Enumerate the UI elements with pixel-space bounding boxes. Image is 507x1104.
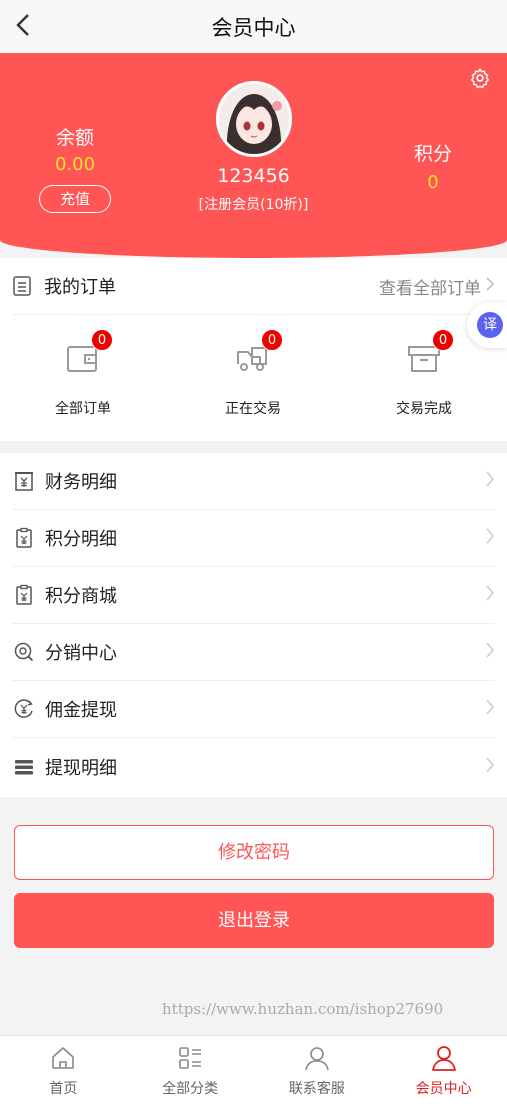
back-icon[interactable] <box>10 10 36 40</box>
order-stat-complete[interactable]: 0 交易完成 <box>364 329 484 418</box>
tab-customer-service[interactable]: 联系客服 <box>254 1036 381 1104</box>
order-count-badge: 0 <box>91 329 113 351</box>
withdraw-list-icon <box>12 755 36 779</box>
chevron-right-icon <box>485 276 495 297</box>
chevron-right-icon <box>485 470 495 492</box>
menu-item-label: 分销中心 <box>45 643 117 664</box>
home-icon <box>49 1044 77 1072</box>
change-password-button[interactable]: 修改密码 <box>14 825 494 880</box>
menu-item-commission[interactable]: 佣金提现 <box>12 681 495 738</box>
tab-member-center[interactable]: 会员中心 <box>380 1036 507 1104</box>
orders-title: 我的订单 <box>44 277 116 298</box>
category-icon <box>176 1044 204 1072</box>
menu-item-points-detail[interactable]: 积分明细 <box>12 510 495 567</box>
balance-label: 余额 <box>55 127 94 149</box>
member-icon <box>430 1044 458 1072</box>
menu-item-label: 佣金提现 <box>45 700 117 721</box>
chevron-right-icon <box>485 527 495 549</box>
finance-icon <box>12 469 36 493</box>
tab-categories[interactable]: 全部分类 <box>127 1036 254 1104</box>
points-detail-icon <box>12 526 36 550</box>
order-stat-label: 全部订单 <box>55 401 111 417</box>
menu-item-withdraw-list[interactable]: 提现明细 <box>12 738 495 795</box>
order-stat-label: 正在交易 <box>225 401 281 417</box>
settings-gear-icon[interactable] <box>469 67 493 91</box>
menu-item-finance[interactable]: 财务明细 <box>12 453 495 510</box>
truck-icon: 0 <box>235 329 283 376</box>
member-level: [注册会员(10折)] <box>198 197 309 213</box>
tab-home[interactable]: 首页 <box>0 1036 127 1104</box>
order-stat-label: 交易完成 <box>396 401 452 417</box>
wallet-icon: 0 <box>65 329 113 376</box>
order-stat-all[interactable]: 0 全部订单 <box>23 329 143 418</box>
menu-item-points-mall[interactable]: 积分商城 <box>12 567 495 624</box>
profile-card: 余额 0.00 充值 123456 [注册会员(10折)] 积分 0 <box>0 53 507 258</box>
avatar[interactable] <box>216 81 292 157</box>
logout-button[interactable]: 退出登录 <box>14 893 494 948</box>
points-block: 积分 0 <box>388 139 478 193</box>
top-bar: 会员中心 <box>0 0 507 53</box>
translate-icon: 译 <box>477 312 503 338</box>
chevron-right-icon <box>485 698 495 720</box>
points-value: 0 <box>427 172 439 193</box>
points-label: 积分 <box>413 143 452 165</box>
tab-label: 联系客服 <box>288 1081 345 1097</box>
chevron-right-icon <box>485 756 495 778</box>
commission-icon <box>12 697 36 721</box>
page-title: 会员中心 <box>211 15 296 40</box>
order-count-badge: 0 <box>261 329 283 351</box>
menu-item-label: 积分商城 <box>45 586 117 607</box>
view-all-orders-link[interactable]: 查看全部订单 <box>379 274 495 299</box>
order-stat-trading[interactable]: 0 正在交易 <box>193 329 313 418</box>
menu-item-distribution[interactable]: 分销中心 <box>12 624 495 681</box>
view-all-orders-label: 查看全部订单 <box>379 278 481 299</box>
chevron-right-icon <box>485 584 495 606</box>
orders-section: 我的订单 查看全部订单 0 全部订单 0 正在交易 0 交易完成 <box>0 258 507 441</box>
chevron-right-icon <box>485 641 495 663</box>
menu-item-label: 提现明细 <box>45 757 117 779</box>
distribution-icon <box>12 640 36 664</box>
order-list-icon <box>12 275 34 297</box>
menu-list: 财务明细 积分明细 积分商城 分销中心 佣金提现 提现明细 <box>0 453 507 797</box>
order-count-badge: 0 <box>432 329 454 351</box>
menu-item-label: 财务明细 <box>45 472 117 493</box>
service-icon <box>303 1044 331 1072</box>
orders-header: 我的订单 查看全部订单 <box>12 258 495 315</box>
points-mall-icon <box>12 583 36 607</box>
tab-label: 首页 <box>49 1081 78 1097</box>
menu-item-label: 积分明细 <box>45 529 117 550</box>
bottom-tab-bar: 首页 全部分类 联系客服 会员中心 <box>0 1035 507 1104</box>
translate-button[interactable]: 译 <box>467 302 507 348</box>
box-icon: 0 <box>406 329 454 376</box>
tab-label: 全部分类 <box>162 1081 219 1097</box>
watermark-url: https://www.huzhan.com/ishop27690 <box>162 1000 444 1018</box>
tab-label: 会员中心 <box>415 1081 472 1097</box>
